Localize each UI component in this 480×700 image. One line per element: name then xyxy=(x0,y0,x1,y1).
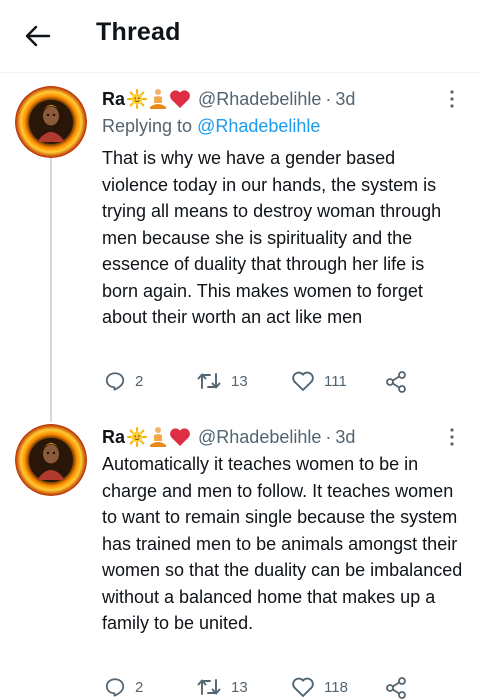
retweet-icon xyxy=(197,373,221,389)
like-count: 111 xyxy=(324,372,347,390)
avatar[interactable] xyxy=(15,424,87,496)
share-icon xyxy=(386,677,406,699)
reply-count: 2 xyxy=(135,372,144,390)
arrow-left-icon xyxy=(25,25,51,47)
share-button[interactable] xyxy=(384,676,408,700)
thread-connector-line xyxy=(50,158,52,422)
sun-emoji xyxy=(127,89,148,109)
share-icon xyxy=(386,371,406,393)
author-handle[interactable]: @Rhadebelihle xyxy=(198,89,321,110)
retweet-count: 13 xyxy=(231,678,248,696)
retweet-button[interactable]: 13 xyxy=(196,370,248,392)
tweet-header: Ra @Rhadebelihle · 3d xyxy=(102,424,355,450)
reply-icon xyxy=(105,678,125,697)
separator-dot: · xyxy=(325,426,332,447)
replying-to-label: Replying to xyxy=(102,116,193,136)
retweet-count: 13 xyxy=(231,372,248,390)
heart-icon xyxy=(292,677,314,697)
reply-count: 2 xyxy=(135,678,144,696)
tweet-actions: 2 13 111 xyxy=(104,370,424,394)
retweet-button[interactable]: 13 xyxy=(196,676,248,698)
share-button[interactable] xyxy=(384,370,408,394)
author-handle[interactable]: @Rhadebelihle xyxy=(198,427,321,448)
separator-dot: · xyxy=(325,88,332,109)
tweet-text: That is why we have a gender based viole… xyxy=(102,148,442,327)
more-vertical-icon xyxy=(450,428,454,446)
reply-button[interactable]: 2 xyxy=(104,676,143,698)
person-lotus-emoji xyxy=(148,426,168,448)
page-title: Thread xyxy=(96,18,181,46)
heart-icon xyxy=(292,371,314,391)
tweet-text: Automatically it teaches women to be in … xyxy=(102,454,463,633)
thread-header: Thread xyxy=(0,0,480,73)
red-heart-emoji xyxy=(169,427,191,447)
replying-to-link[interactable]: @Rhadebelihle xyxy=(197,116,320,136)
author-name[interactable]: Ra xyxy=(102,89,125,110)
person-lotus-emoji xyxy=(148,88,168,110)
reply-icon xyxy=(105,372,125,391)
tweet-time[interactable]: 3d xyxy=(335,427,355,448)
more-options-button[interactable] xyxy=(442,424,462,450)
retweet-icon xyxy=(197,679,221,695)
more-options-button[interactable] xyxy=(442,86,462,112)
back-button[interactable] xyxy=(22,20,54,52)
tweet-actions: 2 13 118 xyxy=(104,676,424,700)
more-vertical-icon xyxy=(450,90,454,108)
tweet-header: Ra @Rhadebelihle · 3d xyxy=(102,86,355,112)
like-button[interactable]: 111 xyxy=(291,370,347,392)
like-count: 118 xyxy=(324,678,348,696)
avatar[interactable] xyxy=(15,86,87,158)
sun-emoji xyxy=(127,427,148,447)
tweet-time[interactable]: 3d xyxy=(335,89,355,110)
like-button[interactable]: 118 xyxy=(291,676,348,698)
author-name[interactable]: Ra xyxy=(102,427,125,448)
reply-button[interactable]: 2 xyxy=(104,370,143,392)
replying-to: Replying to @Rhadebelihle xyxy=(102,116,320,137)
red-heart-emoji xyxy=(169,89,191,109)
